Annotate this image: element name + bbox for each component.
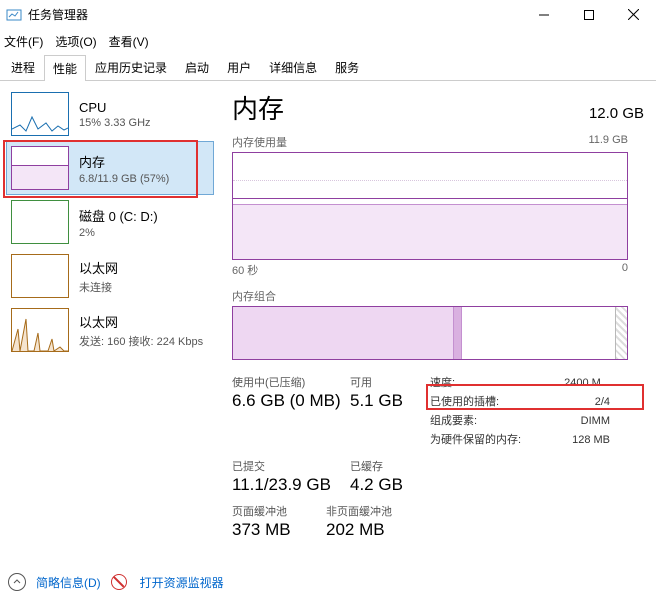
paged-value: 373 MB xyxy=(232,520,326,540)
sidebar: CPU15% 3.33 GHz 内存6.8/11.9 GB (57%) 磁盘 0… xyxy=(0,81,214,571)
sidebar-item-ethernet-1[interactable]: 以太网未连接 xyxy=(6,249,214,303)
cpu-thumb xyxy=(11,92,69,136)
paged-label: 页面缓冲池 xyxy=(232,503,326,519)
memory-thumb xyxy=(11,146,69,190)
tab-strip: 进程 性能 应用历史记录 启动 用户 详细信息 服务 xyxy=(0,54,656,81)
tab-app-history[interactable]: 应用历史记录 xyxy=(86,54,176,80)
cached-label: 已缓存 xyxy=(350,458,430,474)
nonpaged-value: 202 MB xyxy=(326,520,444,540)
memory-usage-graph[interactable] xyxy=(232,152,628,260)
slots-value: 2/4 xyxy=(595,393,610,412)
x-axis-right: 0 xyxy=(622,262,628,278)
form-value: DIMM xyxy=(581,412,610,431)
x-axis-left: 60 秒 xyxy=(232,262,258,278)
tab-services[interactable]: 服务 xyxy=(326,54,368,80)
titlebar: 任务管理器 xyxy=(0,0,656,30)
committed-value: 11.1/23.9 GB xyxy=(232,475,350,495)
main-panel: 内存 12.0 GB 内存使用量 11.9 GB 60 秒 0 内存组合 使用中… xyxy=(214,81,656,571)
in-use-label: 使用中(已压缩) xyxy=(232,374,350,390)
tab-users[interactable]: 用户 xyxy=(218,54,260,80)
window-title: 任务管理器 xyxy=(28,6,521,23)
reserved-value: 128 MB xyxy=(572,431,610,450)
sidebar-item-ethernet-2[interactable]: 以太网发送: 160 接收: 224 Kbps xyxy=(6,303,214,357)
menu-file[interactable]: 文件(F) xyxy=(4,33,43,50)
tab-processes[interactable]: 进程 xyxy=(2,54,44,80)
close-button[interactable] xyxy=(611,0,656,30)
disk-thumb xyxy=(11,200,69,244)
tab-details[interactable]: 详细信息 xyxy=(260,54,326,80)
memory-total: 12.0 GB xyxy=(589,105,644,122)
chevron-up-icon[interactable] xyxy=(8,573,26,591)
ethernet-thumb xyxy=(11,254,69,298)
resmon-icon xyxy=(111,574,127,590)
available-label: 可用 xyxy=(350,374,430,390)
maximize-button[interactable] xyxy=(566,0,611,30)
sidebar-item-memory[interactable]: 内存6.8/11.9 GB (57%) xyxy=(6,141,214,195)
in-use-value: 6.6 GB (0 MB) xyxy=(232,391,350,411)
ethernet-thumb-2 xyxy=(11,308,69,352)
minimize-button[interactable] xyxy=(521,0,566,30)
nonpaged-label: 非页面缓冲池 xyxy=(326,503,444,519)
menu-options[interactable]: 选项(O) xyxy=(55,33,96,50)
menu-view[interactable]: 查看(V) xyxy=(109,33,149,50)
app-icon xyxy=(6,7,22,23)
sidebar-item-disk[interactable]: 磁盘 0 (C: D:)2% xyxy=(6,195,214,249)
cached-value: 4.2 GB xyxy=(350,475,430,495)
usage-max: 11.9 GB xyxy=(588,134,628,150)
sidebar-item-cpu[interactable]: CPU15% 3.33 GHz xyxy=(6,87,214,141)
fewer-details-link[interactable]: 简略信息(D) xyxy=(36,574,101,591)
open-resmon-link[interactable]: 打开资源监视器 xyxy=(140,574,224,591)
speed-value: 2400 M... xyxy=(564,374,610,393)
footer: 简略信息(D) 打开资源监视器 xyxy=(8,573,224,591)
memory-details: 速度:2400 M... 已使用的插槽:2/4 组成要素:DIMM 为硬件保留的… xyxy=(430,374,610,450)
menubar: 文件(F) 选项(O) 查看(V) xyxy=(0,30,656,52)
composition-label: 内存组合 xyxy=(232,288,644,304)
available-value: 5.1 GB xyxy=(350,391,430,411)
tab-startup[interactable]: 启动 xyxy=(176,54,218,80)
usage-label: 内存使用量 xyxy=(232,134,287,150)
tab-performance[interactable]: 性能 xyxy=(44,55,86,81)
page-title: 内存 xyxy=(232,89,284,126)
memory-composition-bar[interactable] xyxy=(232,306,628,360)
committed-label: 已提交 xyxy=(232,458,350,474)
